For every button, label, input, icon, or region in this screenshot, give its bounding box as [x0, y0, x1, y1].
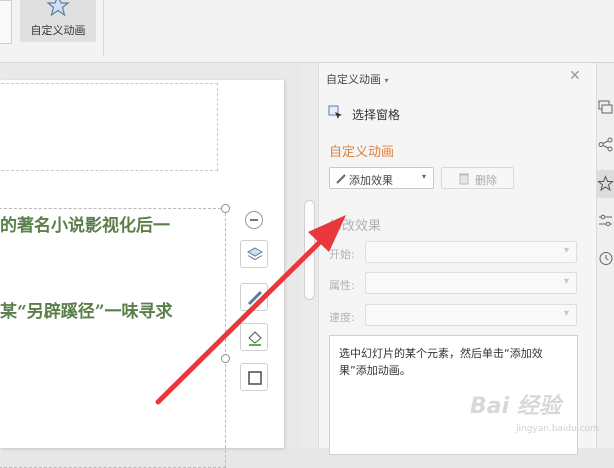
pencil-icon — [336, 174, 346, 184]
start-label: 开始: — [329, 248, 355, 261]
star-animation-icon — [46, 0, 70, 17]
pane-title-caret-icon: ▾ — [384, 76, 389, 85]
ribbon-spinner[interactable] — [0, 0, 12, 44]
section-title: 自定义动画 — [329, 145, 395, 160]
chevron-down-icon: ▾ — [421, 172, 426, 181]
property-select[interactable] — [365, 272, 577, 294]
delete-button[interactable]: 删除 — [441, 167, 514, 189]
collapse-toolbar-button[interactable] — [245, 211, 263, 229]
pen-icon — [247, 290, 263, 306]
fill-bucket-icon — [248, 331, 262, 346]
close-icon[interactable]: ✕ — [569, 68, 581, 84]
modify-effect-title: 修改效果 — [329, 219, 382, 234]
history-icon[interactable] — [597, 250, 614, 267]
slide-text-line: 的著名小说影视化后一 — [0, 216, 170, 236]
selection-pane-icon — [328, 105, 342, 119]
border-icon — [248, 371, 262, 385]
title-placeholder[interactable] — [0, 83, 218, 171]
selection-pane-label: 选择窗格 — [352, 108, 401, 122]
pane-title[interactable]: 自定义动画 ▾ — [326, 71, 389, 87]
start-select[interactable] — [365, 241, 577, 263]
trash-icon — [459, 173, 469, 185]
resize-handle[interactable] — [221, 354, 230, 363]
hint-text: 选中幻灯片的某个元素，然后单击“添加效果”添加动画。 — [339, 347, 543, 377]
selected-text-box[interactable] — [0, 208, 226, 468]
border-button[interactable] — [240, 363, 268, 391]
custom-animation-button[interactable]: 自定义动画 — [20, 0, 96, 42]
speed-label: 速度: — [329, 311, 355, 324]
watermark: Bai 经验 — [470, 394, 561, 419]
slides-icon[interactable] — [597, 98, 614, 115]
settings-sliders-icon[interactable] — [597, 212, 614, 229]
add-effect-button[interactable]: 添加效果 ▾ — [329, 167, 434, 189]
pen-button[interactable] — [240, 283, 268, 311]
slide-text-line: 某“另辟蹊径”一味寻求 — [0, 302, 173, 322]
scrollbar-thumb[interactable] — [304, 200, 315, 300]
custom-animation-label: 自定义动画 — [30, 24, 86, 37]
ribbon-divider — [103, 0, 104, 56]
selection-pane-button[interactable]: 选择窗格 — [328, 103, 448, 123]
fill-button[interactable] — [240, 323, 268, 351]
watermark-url: jingyan.baidu.com — [516, 424, 600, 434]
layers-icon — [246, 247, 264, 261]
star-animation-icon[interactable] — [597, 175, 614, 192]
pane-title-label: 自定义动画 — [326, 73, 381, 86]
resize-handle[interactable] — [221, 204, 230, 213]
property-label: 属性: — [329, 279, 355, 292]
add-effect-label: 添加效果 — [349, 174, 393, 187]
speed-select[interactable] — [365, 304, 577, 326]
delete-label: 删除 — [475, 174, 497, 187]
layers-button[interactable] — [240, 240, 268, 268]
share-icon[interactable] — [597, 136, 614, 153]
